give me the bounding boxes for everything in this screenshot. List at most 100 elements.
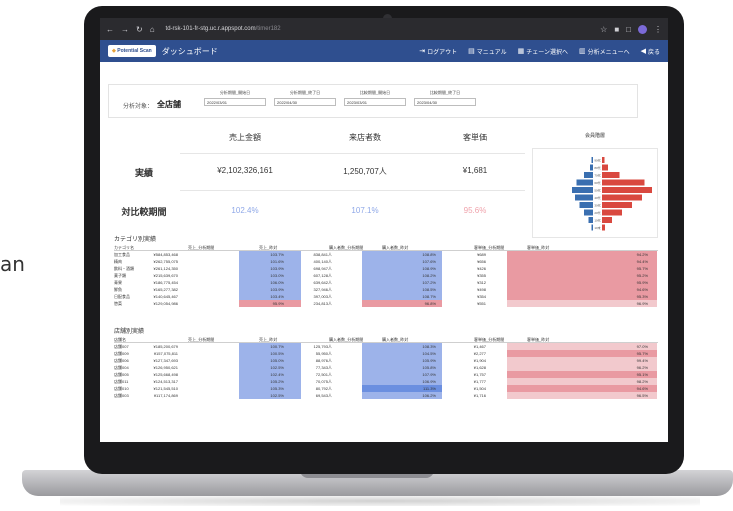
row-label: 店舗003	[114, 393, 129, 398]
ratio-bar	[507, 300, 657, 307]
compare-end-field: 比較期間_終了日 2023/04/30	[414, 90, 476, 106]
home-icon[interactable]: ⌂	[150, 25, 155, 34]
logo-text: Potential Scan	[117, 48, 152, 54]
cell-value: 103.9%	[270, 287, 284, 292]
app-logo[interactable]: ◆ Potential Scan	[108, 45, 156, 57]
cell-value: ¥127,347,693	[153, 358, 178, 363]
actual-label: 実績	[134, 168, 153, 178]
cell-value: ¥1,504	[473, 386, 486, 391]
nav-label: 分析メニューへ	[587, 49, 630, 56]
kebab-menu-icon[interactable]: ⋮	[654, 25, 662, 34]
cell-value: 108.7%	[422, 294, 436, 299]
cell-value: 103.0%	[270, 273, 284, 278]
cell-value: 99.4%	[636, 358, 648, 363]
row-label: 惣菜	[114, 301, 122, 306]
table-row: 飲料・酒類 ¥261,124,350 103.9% 698,947人 108.9% ¥42…	[114, 265, 658, 272]
cell-value: 103.9%	[270, 266, 284, 271]
extension-icon[interactable]: ■	[614, 25, 619, 34]
table-row: 店舗005 ¥125,668,498 102.4% 72,501人 107.9% ¥1,7…	[114, 371, 658, 378]
cell-value: 108.2%	[422, 273, 436, 278]
chain-select-link[interactable]: ▦ チェーン選択へ	[518, 47, 568, 56]
pyramid-tick-label: 10代	[594, 218, 600, 223]
pyramid-bar-female	[602, 164, 608, 171]
cell-value: ¥129,054,986	[153, 301, 178, 306]
pyramid-tick-label: 80代	[594, 165, 600, 170]
date-input[interactable]: 2022/03/01	[204, 98, 266, 106]
pyramid-svg: 90代 80代 70代 60代 50代 40代 30代 20代 10代 10未	[572, 157, 652, 231]
manual-link[interactable]: ▤ マニュアル	[468, 47, 506, 56]
cell-value: 96.5%	[636, 393, 648, 398]
forward-arrow-icon[interactable]: →	[121, 25, 129, 34]
cell-value: 95.9%	[272, 301, 284, 306]
back-arrow-icon[interactable]: ←	[106, 25, 114, 34]
address-bar[interactable]: td-rsk-101-fr-stg.uc.r.appspot.com/timer…	[166, 26, 281, 32]
stage: an ← → ↻ ⌂ td-rsk-101-fr-stg.uc.r.appspo…	[0, 0, 733, 511]
date-label: 分析期間_終了日	[289, 90, 321, 95]
pyramid-bar-female	[602, 224, 605, 231]
table-row: 店舗003 ¥117,174,869 102.5% 69,543人 106.2% ¥1,7…	[114, 392, 658, 399]
logout-link[interactable]: ⇥ ログアウト	[419, 47, 457, 56]
cell-value: ¥354	[477, 294, 486, 299]
cell-value: ¥584,853,468	[153, 252, 178, 257]
cell-value: ¥215,639,670	[153, 273, 178, 278]
cell-value: ¥312	[477, 280, 486, 285]
profile-avatar[interactable]	[638, 24, 647, 34]
pyramid-bar-male	[576, 179, 593, 186]
cell-value: 102.4%	[270, 372, 284, 377]
logo-mark-icon: ◆	[112, 48, 116, 54]
cell-value: ¥124,513,317	[153, 379, 178, 384]
cell-value: 101.6%	[270, 259, 284, 264]
url-path: /timer182	[255, 26, 281, 32]
date-input[interactable]: 2023/03/01	[344, 98, 406, 106]
cell-value: 69,543人	[315, 393, 332, 398]
compare-start-field: 比較期間_開始日 2023/03/01	[344, 90, 406, 106]
date-label: 分析期間_開始日	[219, 90, 251, 95]
pyramid-bar-female	[602, 179, 645, 186]
back-icon: ◀	[640, 48, 646, 55]
cell-value: 95.2%	[636, 273, 648, 278]
cell-value: 106.9%	[422, 379, 436, 384]
pyramid-tick-label: 60代	[594, 180, 600, 185]
ratio-bar	[507, 286, 657, 293]
compare-sales: 102.4%	[231, 206, 259, 215]
pyramid-title: 会員階層	[584, 133, 605, 139]
cell-value: 103.4%	[270, 294, 284, 299]
logout-icon: ⇥	[419, 48, 426, 55]
divider	[180, 153, 525, 154]
star-icon[interactable]: ☆	[600, 25, 607, 34]
cell-value: 95.9%	[636, 280, 648, 285]
date-input[interactable]: 2023/04/30	[414, 98, 476, 106]
pyramid-bar-male	[575, 194, 593, 201]
cell-value: ¥689	[477, 252, 486, 257]
table-row: 精肉 ¥262,755,075 101.6% 400,140人 107.6% ¥656 94…	[114, 258, 658, 265]
cell-value: ¥140,645,467	[153, 294, 178, 299]
cell-value: ¥185,200,679	[153, 344, 178, 349]
cell-value: 107.9%	[422, 372, 436, 377]
cell-value: ¥1,467	[473, 344, 486, 349]
cell-value: ¥157,075,811	[153, 351, 178, 356]
date-input[interactable]: 2022/04/30	[274, 98, 336, 106]
table-row: 店舗004 ¥126,950,621 102.5% 77,343人 105.8% ¥1,6…	[114, 364, 658, 371]
table-row: 惣菜 ¥129,054,986 95.9% 234,813人 96.8% ¥551 96.9…	[114, 300, 658, 307]
reload-icon[interactable]: ↻	[136, 25, 143, 34]
cell-value: 102.5%	[270, 393, 284, 398]
cell-value: 105.8%	[422, 365, 436, 370]
ratio-bar	[507, 279, 657, 286]
cell-value: 94.4%	[636, 259, 648, 264]
store-header-row: 店舗名 売上_分析期間 売上_昨対 購入者数_分析期間 購入者数_昨対 客単価_分析期間客…	[114, 336, 658, 343]
nav-label: 戻る	[647, 49, 660, 56]
back-link[interactable]: ◀ 戻る	[641, 47, 660, 56]
summary-col-sales: 売上金額	[229, 133, 261, 142]
cell-value: 105.2%	[270, 379, 284, 384]
filter-store[interactable]: 全店舗	[157, 99, 181, 110]
window-icon[interactable]: □	[626, 25, 631, 34]
cell-value: 106.0%	[270, 280, 284, 285]
cell-value: ¥355	[477, 273, 486, 278]
analysis-menu-link[interactable]: ▥ 分析メニューへ	[579, 47, 630, 56]
laptop-shadow	[60, 496, 700, 506]
cell-value: 105.3%	[270, 386, 284, 391]
cell-value: 96.2%	[636, 365, 648, 370]
pyramid-tick-label: 50代	[594, 188, 600, 193]
ratio-bar	[507, 265, 657, 272]
nav-label: ログアウト	[427, 49, 458, 56]
